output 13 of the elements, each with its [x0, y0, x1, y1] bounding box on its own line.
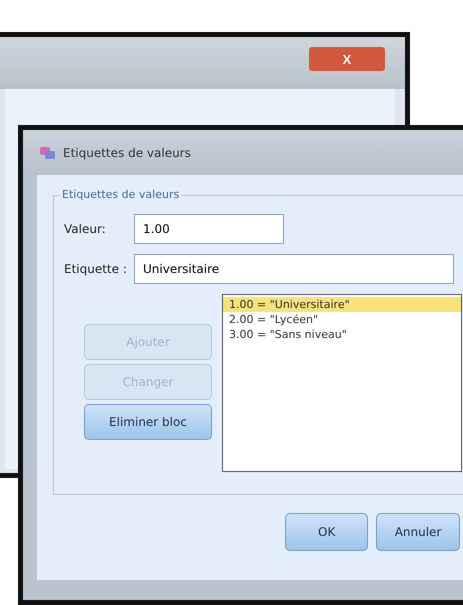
dialog-button[interactable]: OK: [285, 513, 368, 551]
window-title: Etiquettes de valeurs: [63, 146, 191, 160]
dialog-button[interactable]: Annuler: [376, 513, 460, 551]
field-label: Valeur:: [64, 222, 107, 236]
field-label: Etiquette :: [64, 262, 128, 276]
list-item[interactable]: 1.00 = "Universitaire": [223, 297, 461, 312]
action-button[interactable]: Eliminer bloc: [84, 404, 212, 440]
text-field[interactable]: 1.00: [134, 214, 284, 244]
list-item[interactable]: 2.00 = "Lycéen": [223, 312, 461, 327]
text-field[interactable]: Universitaire: [134, 254, 454, 284]
close-button[interactable]: X: [309, 47, 385, 71]
list-item[interactable]: 3.00 = "Sans niveau": [223, 327, 461, 342]
group-legend: Etiquettes de valeurs: [60, 188, 182, 201]
